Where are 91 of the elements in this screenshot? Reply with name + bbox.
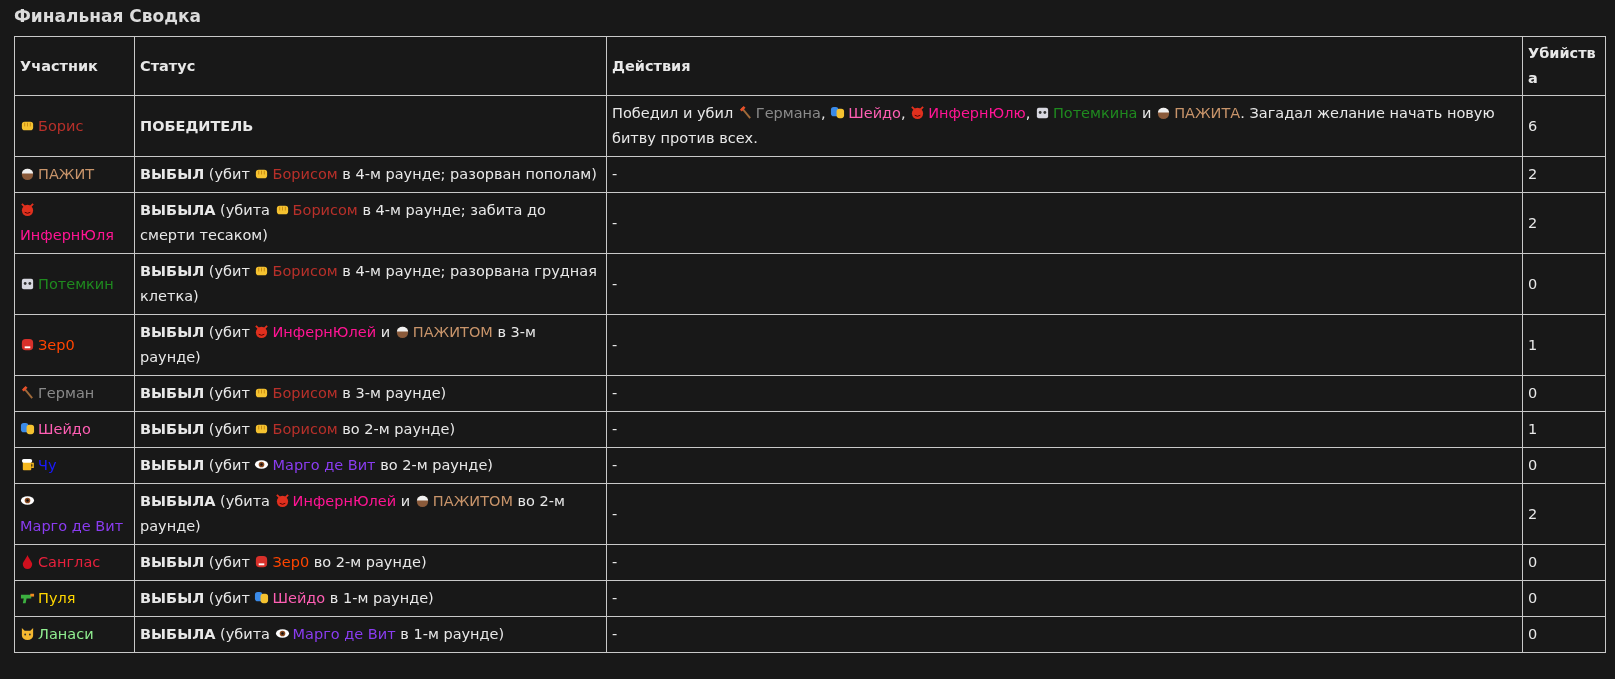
kill-count: 0: [1528, 590, 1538, 606]
player-name: Марго де Вит: [292, 626, 396, 642]
section-title: Финальная Сводка: [14, 6, 202, 26]
player-name: ИнфернЮлей: [272, 324, 377, 340]
kill-count: 0: [1528, 275, 1538, 292]
kill-count: 6: [1528, 117, 1538, 134]
devil-face-icon: [20, 202, 35, 217]
player-name: Шейдо: [272, 590, 326, 606]
devil-face-icon: [274, 493, 290, 508]
status-text: ВЫБЫЛ (убит Шейдо в 1-м раунде): [140, 590, 434, 606]
action-text: -: [612, 336, 618, 353]
status-text: ВЫБЫЛА (убита Борисом в 4-м раунде; забита до смерти тесаком): [140, 202, 546, 243]
kill-count: 1: [1528, 336, 1538, 353]
player-name: Марго де Вит: [20, 517, 124, 536]
kill-count: 2: [1528, 214, 1538, 231]
player-name: Герман: [38, 384, 95, 403]
theater-masks-icon: [830, 105, 846, 120]
turban-face-icon: [394, 324, 410, 339]
action-text: -: [612, 626, 618, 642]
player-name: Пуля: [38, 589, 76, 608]
robot-face-icon: [1034, 105, 1050, 120]
action-text: -: [612, 590, 618, 606]
player-name: Шейдо: [848, 105, 901, 121]
status-text: ВЫБЫЛ (убит Борисом во 2-м раунде): [140, 421, 456, 437]
theater-masks-icon: [20, 421, 35, 436]
action-text: Победил и убил Германа, Шейдо, ИнфернЮлю, Потемкина и ПАЖИТА. Загадал желание начать новую битву против всех.: [612, 105, 1495, 146]
blood-drop-icon: [20, 554, 35, 569]
column-header: Убийства: [1528, 45, 1596, 86]
action-text: -: [612, 554, 618, 570]
player-name: ПАЖИТОМ: [432, 493, 513, 509]
status-text: ВЫБЫЛ (убит ИнфернЮлей и ПАЖИТОМ в 3-м раунде): [140, 324, 536, 365]
player-name: Шейдо: [38, 420, 91, 439]
devil-face-icon: [910, 105, 926, 120]
eye-icon: [20, 493, 35, 508]
action-text: -: [612, 166, 618, 182]
status-text: ВЫБЫЛА (убита Марго де Вит в 1-м раунде): [140, 626, 505, 642]
kill-count: 0: [1528, 385, 1538, 401]
kill-count: 0: [1528, 626, 1538, 642]
player-name: Потемкин: [38, 274, 114, 294]
action-text: -: [612, 275, 618, 292]
action-text: -: [612, 385, 618, 401]
player-name: Санглас: [38, 553, 101, 572]
status-text: ВЫБЫЛ (убит Борисом в 4-м раунде; разорван пополам): [140, 166, 597, 182]
player-name: Зер0: [38, 335, 75, 355]
cat-face-icon: [20, 626, 35, 641]
player-name: Борисом: [272, 385, 338, 401]
kill-count: 0: [1528, 554, 1538, 570]
status-text: ВЫБЫЛ (убит Борисом в 3-м раунде): [140, 385, 447, 401]
eye-icon: [274, 626, 290, 641]
status-text: ВЫБЫЛА (убита ИнфернЮлей и ПАЖИТОМ во 2-м раунде): [140, 493, 565, 534]
action-text: -: [612, 457, 618, 473]
column-header: Действия: [612, 57, 691, 74]
turban-face-icon: [414, 493, 430, 508]
kill-count: 1: [1528, 421, 1538, 437]
player-name: ПАЖИТОМ: [412, 324, 493, 340]
theater-masks-icon: [254, 590, 270, 605]
axe-icon: [20, 385, 35, 400]
player-name: Чу: [38, 456, 57, 475]
player-name: Борисом: [272, 166, 338, 182]
player-name: Борисом: [292, 202, 358, 218]
turban-face-icon: [1156, 105, 1172, 120]
eye-icon: [254, 457, 270, 472]
status-text: ВЫБЫЛ (убит Марго де Вит во 2-м раунде): [140, 457, 493, 473]
kill-count: 2: [1528, 166, 1538, 182]
kill-count: 2: [1528, 505, 1538, 522]
column-header: Статус: [140, 57, 196, 74]
beer-mug-icon: [20, 457, 35, 472]
action-text: -: [612, 421, 618, 437]
column-header: Участник: [20, 57, 98, 74]
player-name: Борис: [38, 116, 84, 136]
devil-face-icon: [254, 324, 270, 339]
player-name: Германа: [755, 105, 821, 121]
action-text: -: [612, 505, 618, 522]
status-text: ПОБЕДИТЕЛЬ: [140, 117, 254, 134]
axe-icon: [737, 105, 753, 120]
player-name: ПАЖИТ: [38, 165, 95, 184]
player-name: Марго де Вит: [272, 457, 376, 473]
player-name: Зер0: [272, 554, 310, 570]
action-text: -: [612, 214, 618, 231]
kill-count: 0: [1528, 457, 1538, 473]
player-name: ПАЖИТА: [1174, 105, 1241, 121]
player-name: Борисом: [272, 421, 338, 437]
turban-face-icon: [20, 166, 35, 181]
status-text: ВЫБЫЛ (убит Зер0 во 2-м раунде): [140, 554, 427, 570]
player-name: ИнфернЮля: [20, 226, 114, 245]
player-name: ИнфернЮлей: [292, 493, 397, 509]
player-name: Ланаси: [38, 625, 94, 644]
player-name: ИнфернЮлю: [928, 105, 1026, 121]
status-text: ВЫБЫЛ (убит Борисом в 4-м раунде; разорвана грудная клетка): [140, 263, 597, 304]
player-name: Потемкина: [1052, 105, 1138, 121]
player-name: Борисом: [272, 263, 338, 279]
